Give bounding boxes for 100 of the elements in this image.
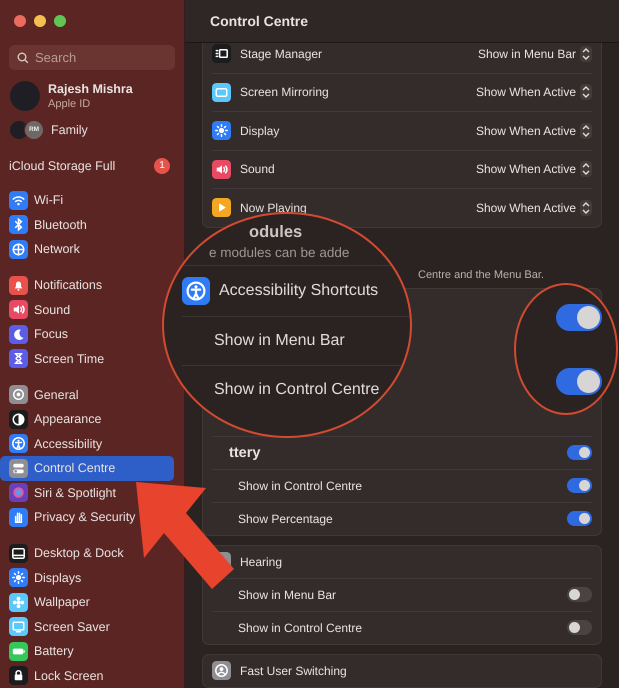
speaker-icon bbox=[212, 160, 231, 179]
item-label: Battery bbox=[34, 644, 74, 658]
popup-menu[interactable]: Show When Active bbox=[476, 84, 592, 100]
search-field[interactable]: Search bbox=[9, 45, 175, 70]
account-subtitle: Apple ID bbox=[48, 96, 92, 110]
sidebar-item[interactable]: Desktop & Dock bbox=[0, 541, 128, 566]
window-title: Control Centre bbox=[210, 13, 308, 29]
hand-icon bbox=[9, 508, 28, 527]
sidebar-item[interactable]: Displays bbox=[0, 566, 86, 590]
item-label: Appearance bbox=[34, 412, 102, 426]
setting-label: Fast User Switching bbox=[240, 664, 348, 678]
item-label: Privacy & Security bbox=[34, 510, 136, 524]
sidebar-item[interactable]: Battery bbox=[0, 639, 78, 664]
sidebar-item[interactable]: Screen Saver bbox=[0, 614, 114, 639]
sidebar-item[interactable]: Notifications bbox=[0, 273, 106, 298]
minimize-button[interactable] bbox=[34, 15, 46, 27]
setting-label: Screen Mirroring bbox=[240, 85, 330, 100]
popup-value: Show When Active bbox=[476, 85, 576, 100]
zoom-button[interactable] bbox=[54, 15, 66, 27]
item-label: Wi-Fi bbox=[34, 193, 64, 208]
accessibility-icon bbox=[9, 434, 28, 454]
popup-menu[interactable]: Show When Active bbox=[476, 200, 592, 216]
sidebar-item[interactable]: General bbox=[0, 382, 82, 407]
item-label: Control Centre bbox=[34, 461, 116, 476]
toggle-switch[interactable] bbox=[567, 478, 592, 493]
popup-menu[interactable]: Show in Menu Bar bbox=[478, 46, 592, 62]
bluetooth-icon bbox=[9, 215, 28, 234]
sidebar-item[interactable]: Lock Screen bbox=[0, 664, 108, 688]
sidebar-item[interactable]: Control Centre bbox=[0, 456, 174, 480]
sidebar-item[interactable]: Appearance bbox=[0, 407, 106, 432]
setting-label: Show in Menu Bar bbox=[213, 332, 345, 350]
sun-icon bbox=[9, 568, 28, 588]
sidebar-item[interactable]: Siri & Spotlight bbox=[0, 480, 120, 505]
lock-icon bbox=[9, 666, 28, 686]
sun-icon bbox=[212, 121, 231, 140]
flower-icon bbox=[9, 592, 28, 612]
toggle-switch[interactable] bbox=[567, 620, 592, 635]
sidebar-item[interactable]: iCloud Storage Full bbox=[9, 158, 116, 173]
moon-icon bbox=[9, 324, 28, 344]
avatar bbox=[10, 120, 28, 139]
dock-icon bbox=[9, 544, 28, 563]
toggle-switch[interactable] bbox=[567, 587, 592, 602]
updown-chevron-icon bbox=[580, 46, 592, 62]
close-button[interactable] bbox=[14, 15, 26, 27]
wifi-icon bbox=[9, 190, 28, 210]
setting-label: Show in Control Centre bbox=[237, 620, 364, 634]
avatar bbox=[10, 81, 40, 111]
item-label: General bbox=[34, 388, 78, 402]
toggle-switch[interactable] bbox=[556, 368, 602, 394]
sidebar-item[interactable]: Screen Time bbox=[0, 346, 108, 371]
sidebar-item[interactable]: Wi-Fi bbox=[0, 188, 68, 212]
updown-chevron-icon bbox=[580, 122, 592, 139]
module-title: Accessibility Shortcuts bbox=[219, 282, 378, 300]
item-label: Siri & Spotlight bbox=[34, 486, 116, 500]
setting-label: Show in Control Centre bbox=[237, 478, 364, 492]
sidebar-item[interactable]: Network bbox=[0, 237, 84, 262]
play-icon bbox=[212, 198, 231, 218]
screen-icon bbox=[212, 82, 231, 102]
contrast-icon bbox=[9, 410, 28, 429]
item-label: Focus bbox=[34, 327, 68, 342]
item-label: Sound bbox=[34, 302, 70, 317]
sidebar-item[interactable]: Wallpaper bbox=[0, 590, 94, 614]
popup-menu[interactable]: Show When Active bbox=[476, 122, 592, 139]
sidebar-item[interactable]: Accessibility bbox=[0, 432, 106, 456]
sidebar-item[interactable]: Sound bbox=[0, 298, 74, 322]
setting-label: Stage Manager bbox=[240, 46, 324, 61]
item-label: Screen Saver bbox=[34, 620, 110, 634]
sidebar-item[interactable]: Privacy & Security bbox=[0, 505, 140, 530]
sidebar-item[interactable]: Bluetooth bbox=[0, 212, 91, 237]
description-text: e modules can be adde bbox=[209, 244, 350, 261]
battery-icon bbox=[9, 642, 28, 661]
popup-value: Show When Active bbox=[476, 124, 576, 138]
setting-label: Sound bbox=[240, 162, 276, 176]
popup-menu[interactable]: Show When Active bbox=[476, 161, 592, 178]
description-text: Centre and the Menu Bar. bbox=[418, 268, 544, 280]
toggle-switch[interactable] bbox=[556, 304, 602, 330]
accessibility-icon bbox=[182, 277, 210, 305]
setting-label: Display bbox=[240, 124, 280, 138]
item-label: Displays bbox=[34, 570, 82, 585]
updown-chevron-icon bbox=[580, 200, 592, 216]
globe-icon bbox=[9, 240, 28, 259]
orb-icon bbox=[9, 483, 28, 502]
notification-badge: 1 bbox=[154, 158, 170, 174]
toggle-switch[interactable] bbox=[567, 511, 592, 526]
bell-icon bbox=[9, 276, 28, 295]
account-name: Rajesh Mishra bbox=[48, 82, 133, 96]
item-label: Screen Time bbox=[34, 352, 104, 366]
updown-chevron-icon bbox=[580, 161, 592, 178]
section-heading: odules bbox=[249, 223, 304, 242]
updown-chevron-icon bbox=[580, 84, 592, 100]
setting-label: Hearing bbox=[240, 554, 284, 568]
item-label: Bluetooth bbox=[34, 218, 87, 232]
sidebar-item[interactable]: Focus bbox=[0, 322, 72, 346]
item-label: Notifications bbox=[34, 278, 102, 292]
sidebar-item[interactable]: Family bbox=[51, 122, 88, 137]
toggle-switch[interactable] bbox=[567, 445, 592, 460]
speaker-icon bbox=[9, 300, 28, 320]
setting-label: ttery bbox=[228, 444, 262, 460]
popup-value: Show When Active bbox=[476, 200, 576, 215]
switches-icon bbox=[9, 458, 28, 478]
